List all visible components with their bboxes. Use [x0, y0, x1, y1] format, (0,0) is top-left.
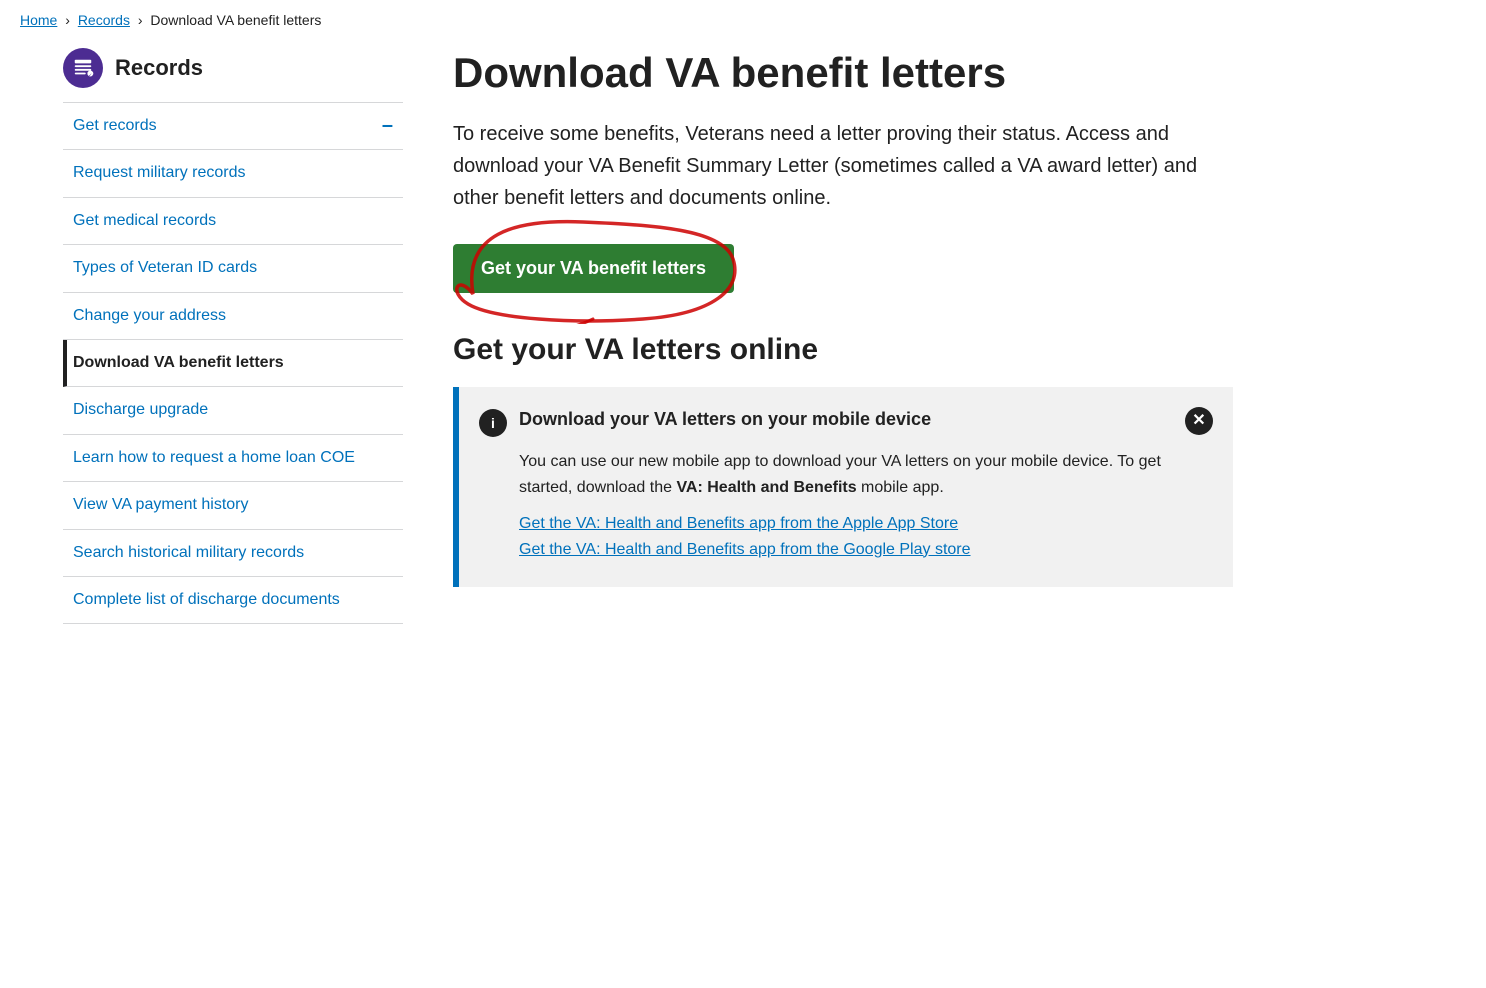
- page-title: Download VA benefit letters: [453, 48, 1423, 98]
- info-icon-letter: i: [491, 415, 495, 431]
- sidebar-item-request-military-records[interactable]: Request military records: [63, 150, 403, 197]
- info-box-links: Get the VA: Health and Benefits app from…: [479, 515, 1213, 559]
- breadcrumb-separator-2: ›: [138, 12, 143, 28]
- info-box-body: You can use our new mobile app to downlo…: [479, 449, 1213, 500]
- sidebar-link-discharge-upgrade[interactable]: Discharge upgrade: [63, 387, 403, 433]
- intro-text: To receive some benefits, Veterans need …: [453, 118, 1233, 214]
- sidebar-item-discharge-documents[interactable]: Complete list of discharge documents: [63, 577, 403, 624]
- sidebar-link-historical-military-records[interactable]: Search historical military records: [63, 530, 403, 576]
- sidebar-link-get-medical-records[interactable]: Get medical records: [63, 198, 403, 244]
- info-box-title: Download your VA letters on your mobile …: [519, 407, 1173, 432]
- sidebar-link-home-loan-coe[interactable]: Learn how to request a home loan COE: [63, 435, 403, 481]
- close-button[interactable]: ✕: [1185, 407, 1213, 435]
- sidebar-link-payment-history[interactable]: View VA payment history: [63, 482, 403, 528]
- sidebar-item-get-records[interactable]: Get records –: [63, 103, 403, 150]
- records-icon: ✓: [63, 48, 103, 88]
- sidebar-link-change-address[interactable]: Change your address: [63, 293, 403, 339]
- info-box-body-suffix: mobile app.: [857, 479, 944, 496]
- sidebar-navigation: Get records – Request military records G…: [63, 103, 403, 624]
- breadcrumb-home-link[interactable]: Home: [20, 12, 57, 28]
- breadcrumb-records-link[interactable]: Records: [78, 12, 130, 28]
- sidebar-item-payment-history[interactable]: View VA payment history: [63, 482, 403, 529]
- section-title: Get your VA letters online: [453, 333, 1423, 367]
- sidebar-link-discharge-documents[interactable]: Complete list of discharge documents: [63, 577, 403, 623]
- sidebar-item-discharge-upgrade[interactable]: Discharge upgrade: [63, 387, 403, 434]
- svg-text:✓: ✓: [88, 72, 92, 77]
- cta-area: Get your VA benefit letters: [453, 244, 734, 293]
- sidebar-link-download-benefit-letters[interactable]: Download VA benefit letters: [67, 340, 403, 386]
- info-box-body-bold: VA: Health and Benefits: [676, 479, 856, 496]
- google-play-link[interactable]: Get the VA: Health and Benefits app from…: [519, 541, 1213, 559]
- info-box-header: i Download your VA letters on your mobil…: [479, 407, 1213, 437]
- get-va-benefit-letters-button[interactable]: Get your VA benefit letters: [453, 244, 734, 293]
- sidebar-link-get-records[interactable]: Get records: [63, 103, 403, 149]
- sidebar-link-veteran-id-cards[interactable]: Types of Veteran ID cards: [63, 245, 403, 291]
- records-svg-icon: ✓: [72, 57, 94, 79]
- sidebar-title: Records: [115, 55, 203, 81]
- close-icon-symbol: ✕: [1192, 413, 1205, 429]
- dash-indicator: –: [382, 115, 393, 138]
- sidebar: ✓ Records Get records – Request military…: [63, 38, 433, 624]
- sidebar-item-download-benefit-letters[interactable]: Download VA benefit letters: [63, 340, 403, 387]
- breadcrumb-separator-1: ›: [65, 12, 70, 28]
- sidebar-item-get-medical-records[interactable]: Get medical records: [63, 198, 403, 245]
- breadcrumb: Home › Records › Download VA benefit let…: [0, 0, 1486, 38]
- sidebar-item-historical-military-records[interactable]: Search historical military records: [63, 530, 403, 577]
- info-box: i Download your VA letters on your mobil…: [453, 387, 1233, 586]
- page-layout: ✓ Records Get records – Request military…: [43, 38, 1443, 624]
- info-icon: i: [479, 409, 507, 437]
- sidebar-item-veteran-id-cards[interactable]: Types of Veteran ID cards: [63, 245, 403, 292]
- sidebar-item-change-address[interactable]: Change your address: [63, 293, 403, 340]
- apple-app-store-link[interactable]: Get the VA: Health and Benefits app from…: [519, 515, 1213, 533]
- main-content: Download VA benefit letters To receive s…: [433, 38, 1423, 624]
- breadcrumb-current: Download VA benefit letters: [150, 12, 321, 28]
- sidebar-header: ✓ Records: [63, 48, 403, 103]
- sidebar-item-home-loan-coe[interactable]: Learn how to request a home loan COE: [63, 435, 403, 482]
- sidebar-link-request-military-records[interactable]: Request military records: [63, 150, 403, 196]
